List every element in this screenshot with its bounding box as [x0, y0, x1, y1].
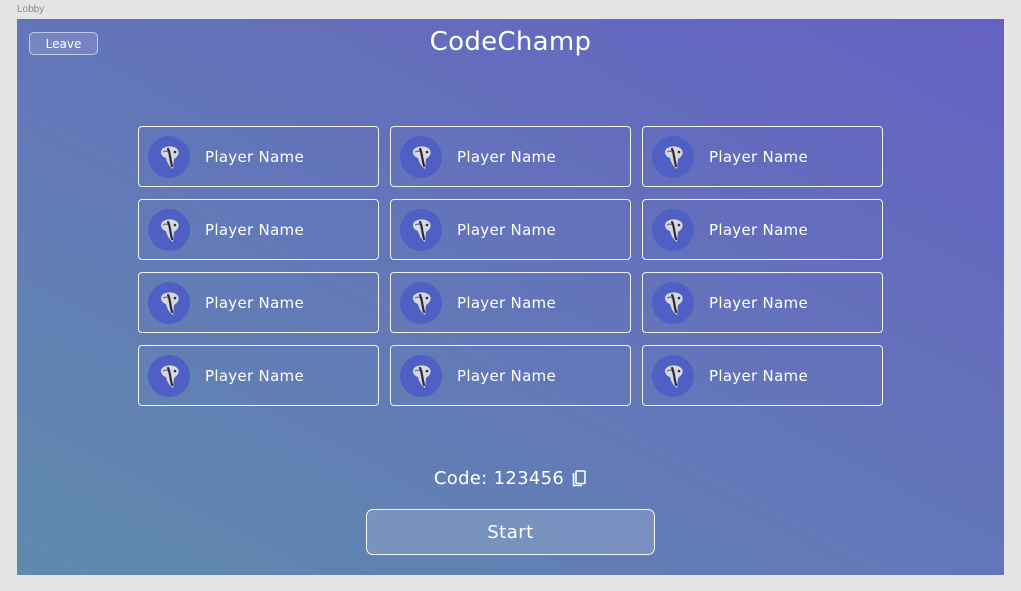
player-card[interactable]: Player Name [390, 126, 631, 187]
avatar-image-icon [413, 145, 431, 169]
player-card[interactable]: Player Name [642, 272, 883, 333]
player-name: Player Name [709, 366, 808, 385]
player-card[interactable]: Player Name [138, 272, 379, 333]
player-avatar [400, 208, 442, 251]
player-avatar [148, 354, 190, 397]
copy-icon[interactable] [571, 469, 587, 488]
player-name: Player Name [205, 147, 304, 166]
player-name: Player Name [457, 366, 556, 385]
room-code: Code: 123456 [17, 468, 1004, 489]
player-name: Player Name [709, 293, 808, 312]
player-name: Player Name [709, 220, 808, 239]
player-avatar [652, 208, 694, 251]
player-avatar [148, 135, 190, 178]
player-name: Player Name [205, 220, 304, 239]
avatar-image-icon [665, 145, 683, 169]
avatar-image-icon [161, 364, 179, 388]
player-card[interactable]: Player Name [390, 199, 631, 260]
start-button[interactable]: Start [366, 509, 655, 555]
player-card[interactable]: Player Name [642, 199, 883, 260]
player-card[interactable]: Player Name [642, 345, 883, 406]
avatar-image-icon [665, 364, 683, 388]
avatar-image-icon [161, 218, 179, 242]
frame-label: Lobby [17, 4, 45, 15]
avatar-image-icon [413, 218, 431, 242]
player-card[interactable]: Player Name [390, 345, 631, 406]
player-avatar [652, 281, 694, 324]
avatar-image-icon [413, 364, 431, 388]
player-name: Player Name [205, 366, 304, 385]
player-grid: Player Name Player Name Player Name Player … [138, 126, 883, 406]
player-card[interactable]: Player Name [642, 126, 883, 187]
player-name: Player Name [457, 293, 556, 312]
avatar-image-icon [161, 291, 179, 315]
player-avatar [400, 354, 442, 397]
player-avatar [400, 135, 442, 178]
player-avatar [652, 135, 694, 178]
player-name: Player Name [709, 147, 808, 166]
avatar-image-icon [665, 291, 683, 315]
player-name: Player Name [205, 293, 304, 312]
avatar-image-icon [161, 145, 179, 169]
avatar-image-icon [665, 218, 683, 242]
app-title: CodeChamp [429, 27, 592, 57]
player-avatar [652, 354, 694, 397]
player-avatar [148, 281, 190, 324]
player-card[interactable]: Player Name [138, 345, 379, 406]
player-avatar [148, 208, 190, 251]
player-card[interactable]: Player Name [138, 199, 379, 260]
player-avatar [400, 281, 442, 324]
player-name: Player Name [457, 220, 556, 239]
player-name: Player Name [457, 147, 556, 166]
player-card[interactable]: Player Name [138, 126, 379, 187]
avatar-image-icon [413, 291, 431, 315]
player-card[interactable]: Player Name [390, 272, 631, 333]
room-code-label: Code: [433, 468, 488, 489]
room-code-value: 123456 [493, 468, 565, 489]
lobby-screen: Leave CodeChamp Player Name Player Name Pl… [17, 19, 1004, 575]
